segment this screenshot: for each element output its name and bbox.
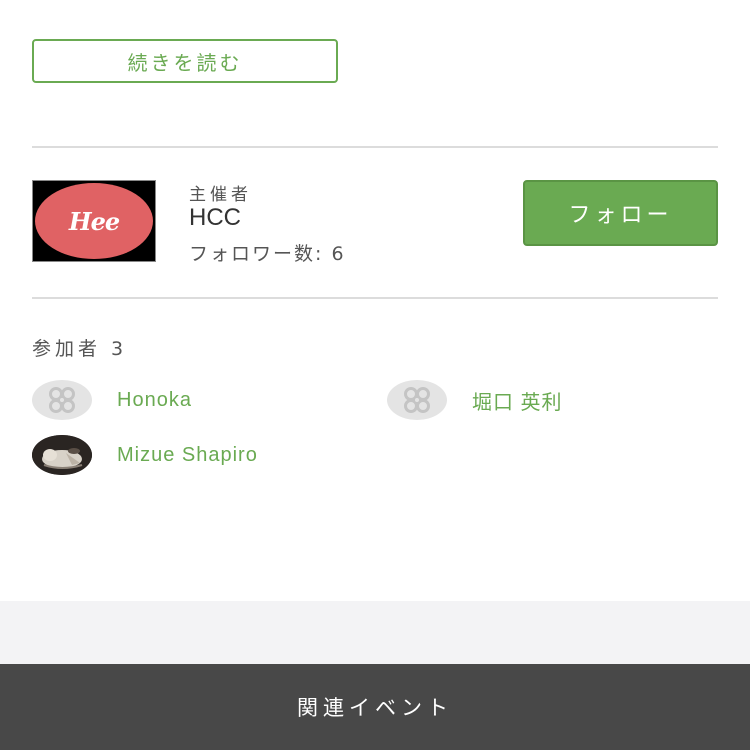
related-events-label: 関連イベント [297,696,453,720]
section-spacer [0,601,750,664]
organizer-logo-mark: Hee [35,183,153,259]
participant-name: Mizue Shapiro [117,443,258,466]
participant-name: 堀口 英利 [472,391,563,414]
event-detail-page: 続きを読む Hee 主催者 HCC フォロワー数: 6 フォロー 参加者 3 H… [0,0,750,750]
organizer-name: HCC [189,204,241,231]
default-avatar-icon [32,380,92,420]
default-avatar-icon [387,380,447,420]
participant-item[interactable]: Honoka [32,380,192,420]
related-events-bar[interactable]: 関連イベント [0,664,750,750]
organizer-follower-count: フォロワー数: 6 [189,243,346,265]
participants-header: 参加者 3 [32,338,128,360]
participant-name: Honoka [117,388,192,411]
divider [32,146,718,148]
participant-item[interactable]: Mizue Shapiro [32,435,258,475]
read-more-button[interactable]: 続きを読む [32,39,338,83]
participant-item[interactable]: 堀口 英利 [387,380,563,420]
organizer-logo[interactable]: Hee [32,180,156,262]
follow-button[interactable]: フォロー [523,180,718,246]
cat-photo-avatar [32,435,92,475]
divider [32,297,718,299]
organizer-role-label: 主催者 [189,185,252,205]
